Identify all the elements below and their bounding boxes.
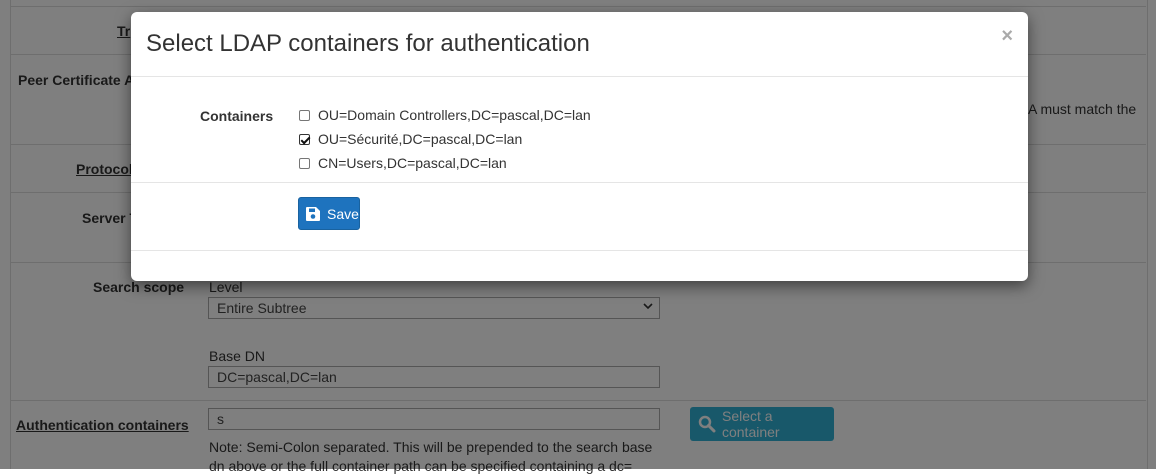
container-option[interactable]: CN=Users,DC=pascal,DC=lan: [299, 154, 507, 172]
container-checkbox[interactable]: [299, 109, 310, 121]
floppy-disk-icon: [306, 206, 320, 221]
container-option[interactable]: OU=Domain Controllers,DC=pascal,DC=lan: [299, 106, 591, 124]
container-option-label: OU=Sécurité,DC=pascal,DC=lan: [318, 131, 523, 147]
container-checkbox[interactable]: [299, 157, 310, 169]
containers-label: Containers: [200, 108, 274, 124]
close-icon[interactable]: ×: [1001, 26, 1013, 46]
ldap-containers-modal: Select LDAP containers for authenticatio…: [131, 12, 1028, 281]
modal-divider: [131, 182, 1028, 183]
modal-footer-divider: [131, 250, 1028, 251]
container-checkbox[interactable]: [299, 133, 310, 145]
modal-title: Select LDAP containers for authenticatio…: [146, 30, 590, 57]
container-option-label: CN=Users,DC=pascal,DC=lan: [318, 155, 507, 171]
container-option-label: OU=Domain Controllers,DC=pascal,DC=lan: [318, 107, 591, 123]
save-button-label: Save: [327, 205, 359, 222]
container-option[interactable]: OU=Sécurité,DC=pascal,DC=lan: [299, 130, 522, 148]
save-button[interactable]: Save: [298, 197, 360, 230]
modal-header: Select LDAP containers for authenticatio…: [131, 12, 1028, 77]
